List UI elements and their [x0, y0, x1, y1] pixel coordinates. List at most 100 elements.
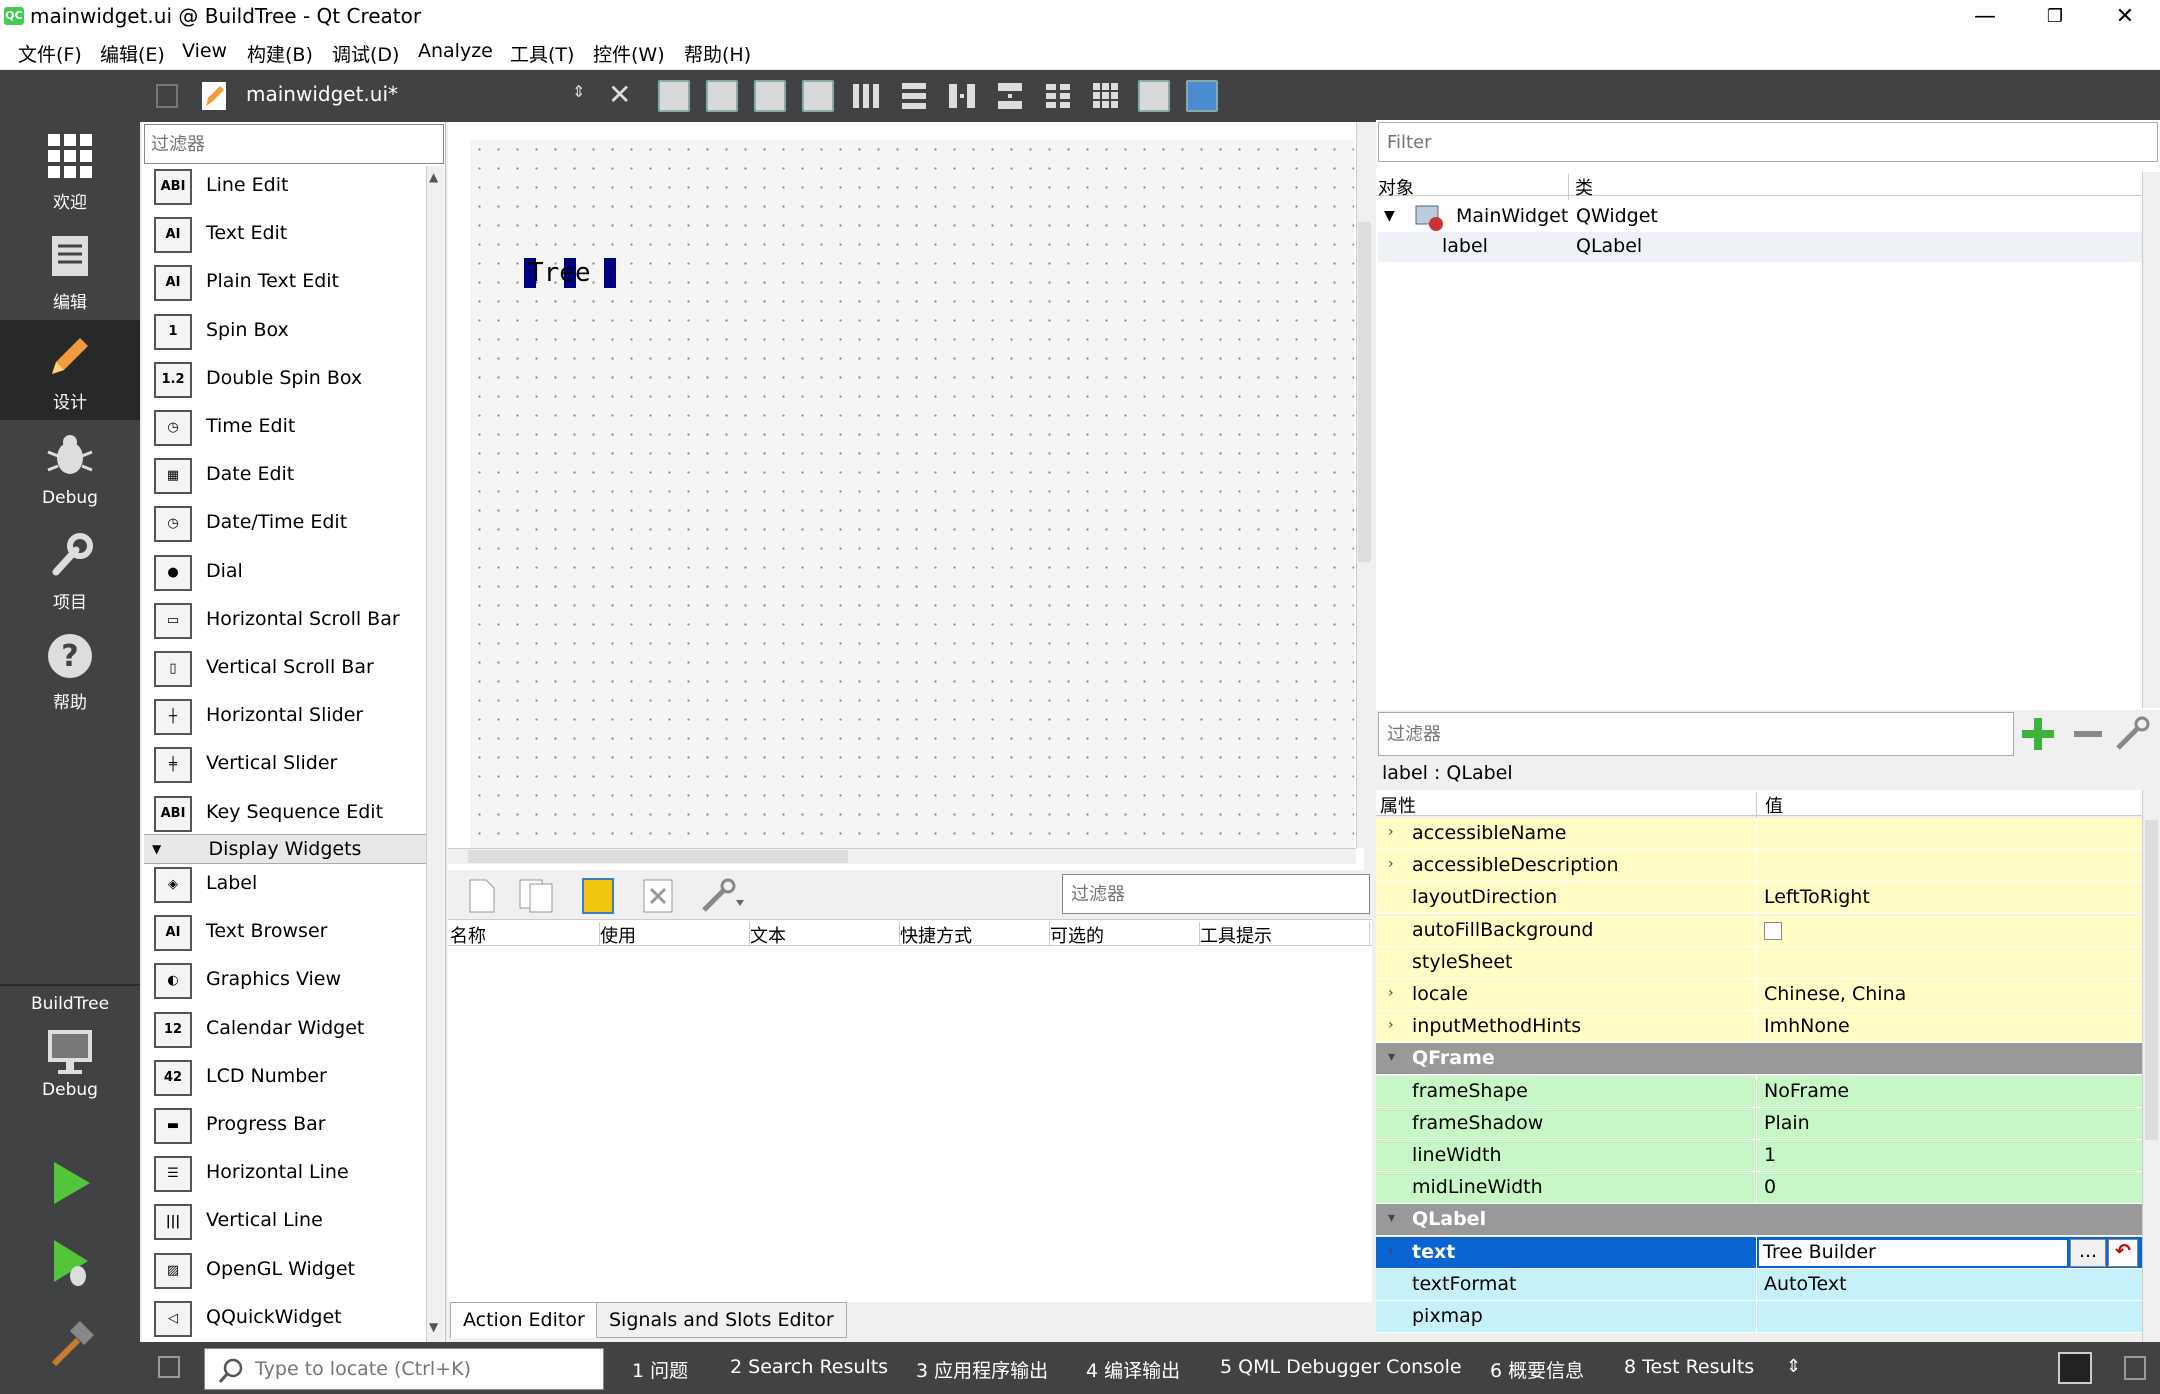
property-value[interactable]: Plain [1764, 1112, 1810, 1134]
widget-item[interactable]: AI Text Edit [146, 212, 426, 258]
object-scrollbar[interactable] [2142, 172, 2160, 708]
widget-item[interactable]: 42 LCD Number [146, 1055, 426, 1101]
col-checkable[interactable]: 可选的 [1050, 922, 1200, 947]
property-value[interactable]: 1 [1764, 1144, 1776, 1166]
menu-analyze[interactable]: Analyze [418, 40, 493, 62]
run-icon[interactable] [50, 1160, 92, 1206]
expand-arrow-icon[interactable]: › [1388, 1243, 1394, 1259]
debug-run-icon[interactable] [50, 1238, 92, 1288]
layout-form-icon[interactable] [1042, 80, 1074, 112]
action-table-body[interactable] [448, 946, 1372, 1302]
property-filter-input[interactable] [1379, 713, 2013, 755]
object-filter-input[interactable] [1379, 123, 2157, 161]
widget-item[interactable]: ◷ Date/Time Edit [146, 501, 426, 547]
menu-tools[interactable]: 工具(T) [510, 40, 574, 67]
expand-arrow-icon[interactable]: › [1388, 824, 1394, 840]
col-used[interactable]: 使用 [600, 922, 750, 947]
copy-action-icon[interactable] [518, 878, 554, 914]
property-row[interactable]: midLineWidth 0 [1376, 1172, 2142, 1205]
property-checkbox[interactable] [1764, 921, 1782, 940]
col-name[interactable]: 名称 [450, 922, 600, 947]
property-row[interactable]: autoFillBackground [1376, 914, 2142, 947]
widget-item[interactable]: ◈ Label [146, 862, 426, 908]
col-object[interactable]: 对象 [1378, 174, 1414, 200]
toggle-right-sidebar-icon[interactable] [2124, 1356, 2146, 1380]
mode-design[interactable]: 设计 [0, 320, 140, 420]
widget-filter-input[interactable] [145, 125, 443, 163]
adjust-size-icon[interactable] [1186, 80, 1218, 112]
property-value-editor[interactable]: Tree Builder [1758, 1238, 2068, 1267]
expand-arrow-icon[interactable]: › [1388, 856, 1394, 872]
action-filter[interactable] [1062, 874, 1370, 914]
kit-selector[interactable]: Debug [0, 1026, 140, 1126]
open-document-name[interactable]: mainwidget.ui* [246, 82, 398, 106]
property-value[interactable]: ImhNone [1764, 1015, 1850, 1037]
layout-grid-icon[interactable] [1090, 80, 1122, 112]
pane-search-results[interactable]: 2 Search Results [730, 1356, 888, 1378]
new-action-icon[interactable] [468, 878, 496, 914]
widget-item[interactable]: ◁ QQuickWidget [146, 1296, 426, 1342]
tab-signals-slots-editor[interactable]: Signals and Slots Editor [596, 1302, 847, 1338]
property-row[interactable]: lineWidth 1 [1376, 1140, 2142, 1172]
pane-more-icon[interactable]: ⇕ [1786, 1356, 1801, 1377]
mode-welcome[interactable]: 欢迎 [0, 120, 140, 220]
property-row[interactable]: frameShape NoFrame [1376, 1075, 2142, 1108]
scroll-down-icon[interactable]: ▼ [429, 1320, 438, 1334]
reset-icon[interactable]: ↶ [2108, 1238, 2138, 1267]
layout-vertical-icon[interactable] [898, 80, 930, 112]
menu-build[interactable]: 构建(B) [247, 40, 313, 67]
expand-arrow-icon[interactable]: ▼ [1384, 208, 1395, 224]
property-row[interactable]: textFormat AutoText [1376, 1268, 2142, 1301]
lock-icon[interactable] [156, 84, 178, 108]
widget-item[interactable]: ▯ Vertical Scroll Bar [146, 646, 426, 692]
mode-projects[interactable]: 项目 [0, 520, 140, 620]
mode-help[interactable]: ? 帮助 [0, 620, 140, 720]
form-grid[interactable] [470, 140, 1354, 852]
expand-arrow-icon[interactable]: ▾ [1388, 1049, 1395, 1065]
scroll-thumb[interactable] [468, 850, 848, 863]
menu-help[interactable]: 帮助(H) [684, 40, 751, 67]
object-row[interactable]: ▼ MainWidget QWidget [1378, 202, 2142, 232]
col-tooltip[interactable]: 工具提示 [1200, 922, 1370, 947]
object-row[interactable]: label QLabel [1378, 232, 2142, 262]
edit-signals-slots-icon[interactable] [706, 80, 738, 112]
widget-box-scrollbar[interactable]: ▲ ▼ [426, 166, 444, 1342]
widget-item[interactable]: ● Dial [146, 550, 426, 596]
toggle-sidebar-icon[interactable] [158, 1356, 180, 1378]
property-row[interactable]: › accessibleName [1376, 818, 2142, 850]
property-value[interactable]: 0 [1764, 1176, 1776, 1198]
edit-tab-order-icon[interactable] [802, 80, 834, 112]
property-scrollbar[interactable] [2142, 790, 2160, 1342]
property-value[interactable]: LeftToRight [1764, 886, 1870, 908]
scroll-thumb[interactable] [1358, 222, 1371, 562]
widget-item[interactable]: ABI Line Edit [146, 164, 426, 210]
restore-button[interactable]: ❐ [2020, 0, 2090, 34]
locator-input[interactable] [205, 1349, 603, 1389]
canvas-horizontal-scrollbar[interactable] [448, 848, 1356, 864]
property-filter[interactable] [1378, 712, 2014, 756]
expand-arrow-icon[interactable]: › [1388, 985, 1394, 1001]
widget-item[interactable]: ▦ Date Edit [146, 453, 426, 499]
locator[interactable] [204, 1348, 604, 1390]
property-row[interactable]: frameShadow Plain [1376, 1107, 2142, 1140]
widget-item[interactable]: ◐ Graphics View [146, 958, 426, 1004]
property-value[interactable]: NoFrame [1764, 1080, 1849, 1102]
property-row[interactable]: styleSheet [1376, 946, 2142, 979]
canvas-vertical-scrollbar[interactable] [1356, 122, 1372, 848]
property-row[interactable]: › accessibleDescription [1376, 850, 2142, 883]
configure-property-icon[interactable] [2114, 716, 2154, 752]
widget-item[interactable]: 1 Spin Box [146, 309, 426, 355]
action-filter-input[interactable] [1063, 875, 1369, 913]
property-group-row[interactable]: ▾ QLabel [1376, 1204, 2142, 1237]
widget-item[interactable]: ▨ OpenGL Widget [146, 1248, 426, 1294]
edit-widgets-icon[interactable] [658, 80, 690, 112]
menu-debug[interactable]: 调试(D) [332, 40, 399, 67]
scroll-thumb[interactable] [2145, 820, 2158, 1140]
widget-item[interactable]: ◷ Time Edit [146, 405, 426, 451]
tab-action-editor[interactable]: Action Editor [450, 1302, 598, 1338]
close-document-icon[interactable]: ✕ [608, 78, 631, 111]
object-filter[interactable] [1378, 122, 2158, 162]
col-value[interactable]: 值 [1756, 792, 1783, 818]
col-text[interactable]: 文本 [750, 922, 900, 947]
widget-item[interactable]: ▭ Horizontal Scroll Bar [146, 598, 426, 644]
